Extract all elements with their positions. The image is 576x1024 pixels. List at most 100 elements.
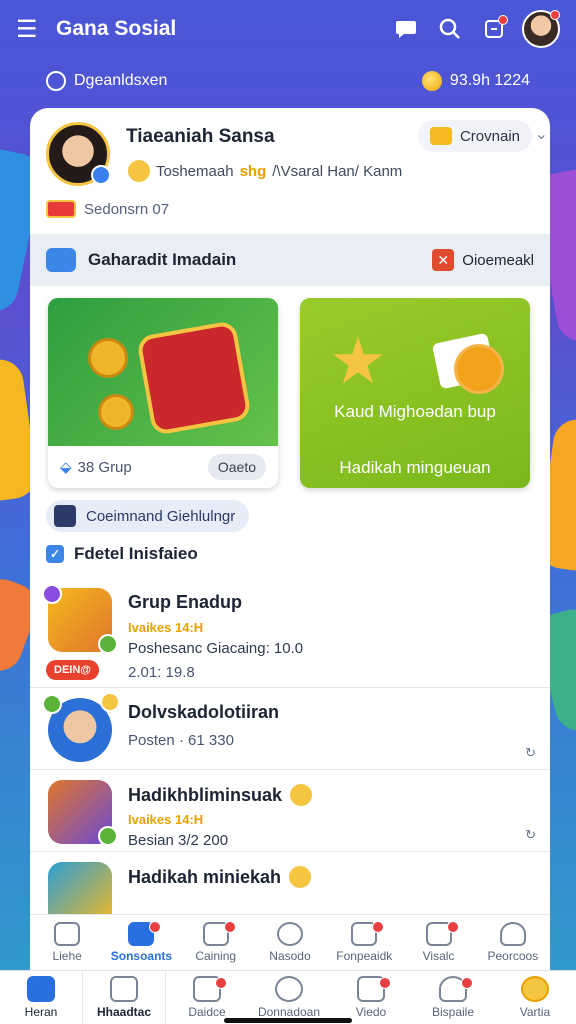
search-icon[interactable] [430, 9, 470, 49]
tab-label: Sonsoants [110, 949, 173, 963]
tab-label: Visalc [422, 949, 455, 963]
list-item[interactable]: Dolvskadolotiiran Posten · 61 330 ↻ [30, 688, 550, 770]
online-badge-icon [98, 634, 118, 654]
nav-home[interactable]: Heran [0, 971, 82, 1024]
chat-bubble-icon[interactable] [386, 9, 426, 49]
list-icon [110, 976, 138, 1002]
profile-chip[interactable]: Crovnain [417, 120, 532, 152]
close-square-icon: ✕ [432, 249, 455, 271]
app-title: Gana Sosial [56, 17, 177, 40]
bottom-nav: Heran Hhaadtac Daidce Donnadoan Viedo Bi… [0, 970, 576, 1024]
main-card: Tiaeaniah Sansa Toshemaah shg /\Vsaral Han… [30, 108, 550, 914]
tab-chat[interactable]: Caining [179, 915, 253, 970]
nav-video[interactable]: Viedo [330, 971, 412, 1024]
subbar-left-text: Dgeanldsxen [74, 72, 168, 89]
avatar-badge [550, 10, 560, 20]
refresh-icon[interactable]: ↻ [525, 745, 536, 761]
person-icon [499, 922, 526, 946]
tab-home[interactable]: Liehe [30, 915, 104, 970]
item-title-row: Hadikhbliminsuak [128, 784, 313, 806]
item-title: Hadikah miniekah [128, 866, 282, 887]
nav-label: Daidce [188, 1005, 226, 1019]
tile-footer: ⬙ 38 Grup Oaeto [48, 446, 278, 488]
nav-rewards[interactable]: Vartia [494, 971, 576, 1024]
tab-explore[interactable]: Nasodo [253, 915, 327, 970]
tab-badge [372, 921, 385, 933]
search-icon [275, 976, 303, 1002]
list-item[interactable]: DEIN@ Grup Enadup Ivaikes 14:H Poshesanc… [30, 578, 550, 688]
item-time: 2.01: 19.8 [128, 664, 195, 681]
emoji-icon [290, 784, 313, 806]
tab-profile[interactable]: Peorcoos [476, 915, 550, 970]
community-pill[interactable]: Coeimnand Giehlulngr [46, 500, 250, 532]
list-item[interactable]: Hadikah miniekah [30, 852, 550, 914]
coin-balance: 93.9h 1224 [449, 72, 530, 89]
section-icon [46, 248, 76, 272]
coin-art [88, 338, 128, 378]
section-action[interactable]: ✕ Oioemeakl [432, 249, 534, 271]
item-title: Grup Enadup [128, 592, 242, 612]
profile-status: Toshemaah shg /\Vsaral Han/ Kanm [128, 160, 402, 182]
nav-menu[interactable]: Hhaadtac [82, 971, 166, 1024]
person-icon [54, 505, 76, 527]
home-icon [27, 976, 55, 1002]
coin-icon [421, 71, 442, 91]
emoji-face-art [454, 344, 504, 394]
tile-coins-art [48, 298, 278, 446]
tab-events[interactable]: Fonpeaidk [327, 915, 401, 970]
status-post: /\Vsaral Han/ Kanm [272, 162, 403, 180]
compass-icon [276, 922, 303, 946]
item-sub: Besian 3/2 200 [128, 832, 229, 849]
home-indicator [224, 1018, 352, 1023]
tab-label: Fonpeaidk [336, 949, 393, 963]
location-pin-icon: ⬙ [60, 459, 72, 476]
nav-search[interactable]: Donnadoan [248, 971, 330, 1024]
pill-label: Coeimnand Giehlulngr [86, 507, 236, 525]
promo-line-2: Hadikah mingueuan [339, 458, 491, 477]
smile-emoji-icon [128, 160, 150, 182]
nav-messages[interactable]: Daidce [166, 971, 248, 1024]
coin-art [98, 394, 134, 430]
chevron-down-icon[interactable]: ⌄ [535, 124, 548, 144]
promo-line-1: Kaud Mighoədan bup [334, 402, 496, 421]
tile-group-coins[interactable]: ⬙ 38 Grup Oaeto [48, 298, 278, 488]
item-tag: Ivaikes 14:H [128, 620, 204, 635]
nav-label: Bispaile [431, 1005, 475, 1019]
item-title-row: Hadikah miniekah [128, 866, 312, 888]
list-item[interactable]: Hadikhbliminsuak Ivaikes 14:H Besian 3/2… [30, 770, 550, 852]
online-badge-icon [98, 826, 118, 846]
tab-label: Liehe [52, 949, 82, 963]
tile-open-button[interactable]: Oaeto [207, 454, 266, 480]
item-sub: Posten · 61 330 [128, 732, 234, 749]
user-avatar[interactable] [522, 10, 560, 48]
notification-icon[interactable] [474, 9, 514, 49]
item-title: Dolvskadolotiiran [128, 702, 280, 722]
tab-label: Peorcoos [487, 949, 539, 963]
group-thumbnail [48, 862, 112, 914]
tile-game-promo[interactable]: Kaud Mighoədan bup Hadikah mingueuan [300, 298, 530, 488]
nav-badge [461, 977, 473, 989]
chip-label: Crovnain [459, 127, 520, 145]
section-title: Gaharadit Imadain [88, 250, 237, 269]
nav-badge [379, 977, 391, 989]
nav-label: Donnadoan [257, 1005, 321, 1019]
menu-back-icon[interactable]: ☰ [16, 15, 56, 44]
refresh-icon[interactable]: ↻ [525, 827, 536, 843]
list-heading-text: Fdetel Inisfaieo [74, 544, 198, 563]
tab-badge [223, 921, 236, 933]
status-pre: Toshemaah [156, 162, 234, 180]
trophy-icon [521, 976, 549, 1002]
group-list: DEIN@ Grup Enadup Ivaikes 14:H Poshesanc… [30, 578, 550, 914]
tab-label: Caining [195, 949, 237, 963]
tab-groups[interactable]: Sonsoants [104, 915, 178, 970]
emoji-icon [289, 866, 312, 888]
chip-icon [429, 127, 452, 145]
tile-group-count: 38 Grup [77, 458, 132, 476]
tab-label: Nasodo [269, 949, 311, 963]
notification-badge [498, 15, 508, 25]
profile-avatar[interactable] [46, 122, 111, 186]
nav-profile[interactable]: Bispaile [412, 971, 494, 1024]
tab-visual[interactable]: Visalc [401, 915, 475, 970]
location-text: Sedonsrn 07 [84, 200, 170, 218]
nav-badge [215, 977, 227, 989]
